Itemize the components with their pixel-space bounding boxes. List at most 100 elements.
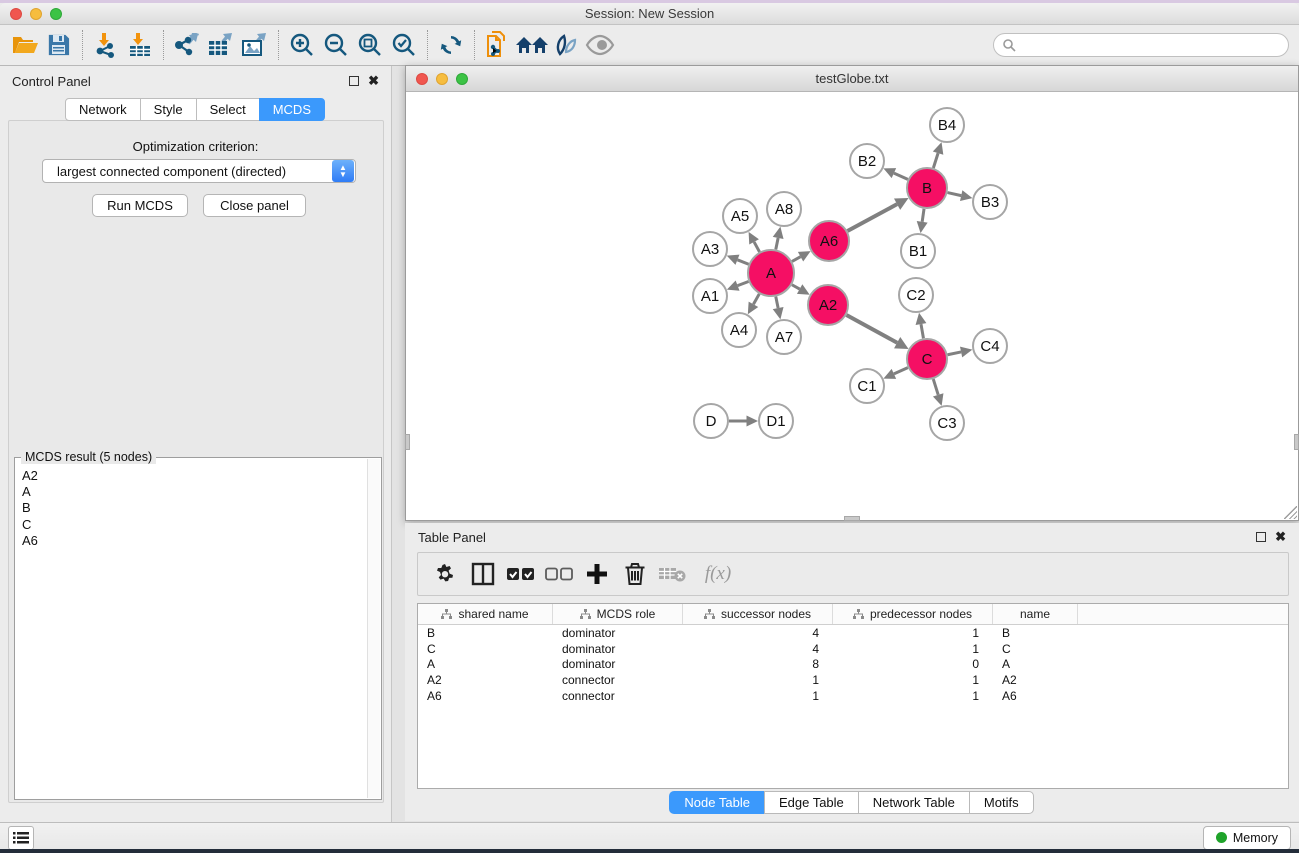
graph-edge-B-B2[interactable] <box>894 173 908 179</box>
column-header-shared-name[interactable]: shared name <box>418 604 553 624</box>
table-row[interactable]: A6connector11A6 <box>418 688 1288 704</box>
graph-node-B2[interactable]: B2 <box>850 144 884 178</box>
graph-node-C1[interactable]: C1 <box>850 369 884 403</box>
table-row[interactable]: Cdominator41C <box>418 641 1288 657</box>
run-mcds-button[interactable]: Run MCDS <box>92 194 188 217</box>
graph-edge-C-C3[interactable] <box>933 379 938 395</box>
result-item[interactable]: A2 <box>22 468 361 484</box>
result-item[interactable]: A <box>22 484 361 500</box>
table-close-panel-icon[interactable]: ✖ <box>1275 532 1286 542</box>
graph-edge-A-A4[interactable] <box>753 294 759 304</box>
splitter-grip-right[interactable] <box>1294 434 1299 450</box>
graph-edge-A-A1[interactable] <box>738 281 749 285</box>
graph-edge-A-A7[interactable] <box>776 297 778 309</box>
graph-node-C2[interactable]: C2 <box>899 278 933 312</box>
graph-edge-A2-C[interactable] <box>846 315 897 343</box>
result-item[interactable]: A6 <box>22 533 361 549</box>
graph-node-C[interactable]: C <box>907 339 947 379</box>
graph-node-D1[interactable]: D1 <box>759 404 793 438</box>
column-header-successor-nodes[interactable]: successor nodes <box>683 604 833 624</box>
mcds-result-list[interactable]: A2ABCA6 <box>16 464 367 798</box>
zoom-fit-icon[interactable] <box>353 29 387 61</box>
graph-node-A5[interactable]: A5 <box>723 199 757 233</box>
column-header-predecessor-nodes[interactable]: predecessor nodes <box>833 604 993 624</box>
graph-node-B1[interactable]: B1 <box>901 234 935 268</box>
graph-node-A6[interactable]: A6 <box>809 221 849 261</box>
column-browser-icon[interactable] <box>466 557 500 591</box>
network-canvas[interactable]: B4 B2 B B3 A5 A8A6 A3 B1 A A1 C2 A2 A4 A7 C4 C C1 C3 D D1 <box>406 92 1298 520</box>
graph-node-C3[interactable]: C3 <box>930 406 964 440</box>
graph-node-B3[interactable]: B3 <box>973 185 1007 219</box>
eye-icon[interactable] <box>583 29 617 61</box>
delete-table-icon[interactable] <box>656 557 690 591</box>
select-all-icon[interactable] <box>504 557 538 591</box>
open-folder-icon[interactable] <box>8 29 42 61</box>
table-row[interactable]: A2connector11A2 <box>418 672 1288 688</box>
table-row[interactable]: Adominator80A <box>418 657 1288 673</box>
gear-icon[interactable] <box>428 557 462 591</box>
show-hide-style-icon[interactable] <box>549 29 583 61</box>
graph-edge-A-A8[interactable] <box>776 238 778 250</box>
resize-corner-icon[interactable] <box>1284 506 1297 519</box>
result-item[interactable]: B <box>22 500 361 516</box>
graph-edge-C-C1[interactable] <box>894 368 908 374</box>
graph-node-A1[interactable]: A1 <box>693 279 727 313</box>
deselect-all-icon[interactable] <box>542 557 576 591</box>
splitter-grip-bottom[interactable] <box>844 516 860 521</box>
delete-icon[interactable] <box>618 557 652 591</box>
graph-edge-A-A3[interactable] <box>737 260 748 264</box>
graph-edge-A-A6[interactable] <box>792 257 801 262</box>
task-history-button[interactable] <box>8 826 34 850</box>
graph-edge-B-B3[interactable] <box>947 193 961 196</box>
result-item[interactable]: C <box>22 517 361 533</box>
tab-edge-table[interactable]: Edge Table <box>764 791 859 814</box>
tab-select[interactable]: Select <box>196 98 260 121</box>
zoom-in-icon[interactable] <box>285 29 319 61</box>
graph-node-B4[interactable]: B4 <box>930 108 964 142</box>
graph-node-D[interactable]: D <box>694 404 728 438</box>
import-table-icon[interactable] <box>123 29 157 61</box>
criterion-dropdown[interactable]: largest connected component (directed) ▲… <box>42 159 356 183</box>
tab-style[interactable]: Style <box>140 98 197 121</box>
new-network-from-selection-icon[interactable] <box>481 29 515 61</box>
houses-icon[interactable] <box>515 29 549 61</box>
search-input[interactable] <box>1020 38 1288 52</box>
graph-node-A7[interactable]: A7 <box>767 320 801 354</box>
refresh-icon[interactable] <box>434 29 468 61</box>
tab-node-table[interactable]: Node Table <box>669 791 765 814</box>
tab-motifs[interactable]: Motifs <box>969 791 1034 814</box>
network-window-titlebar[interactable]: testGlobe.txt <box>406 66 1298 92</box>
tab-mcds[interactable]: MCDS <box>259 98 325 121</box>
tab-network[interactable]: Network <box>65 98 141 121</box>
splitter-grip-left[interactable] <box>405 434 410 450</box>
add-column-icon[interactable] <box>580 557 614 591</box>
memory-button[interactable]: Memory <box>1203 826 1291 850</box>
column-header-MCDS-role[interactable]: MCDS role <box>553 604 683 624</box>
table-float-panel-icon[interactable] <box>1256 532 1266 542</box>
graph-node-A2[interactable]: A2 <box>808 285 848 325</box>
function-builder-icon[interactable]: f(x) <box>694 557 742 591</box>
save-icon[interactable] <box>42 29 76 61</box>
graph-edge-A-A5[interactable] <box>754 242 759 252</box>
close-panel-button[interactable]: Close panel <box>203 194 306 217</box>
graph-node-C4[interactable]: C4 <box>973 329 1007 363</box>
export-network-icon[interactable] <box>170 29 204 61</box>
graph-edge-C-C2[interactable] <box>921 324 923 338</box>
export-image-icon[interactable] <box>238 29 272 61</box>
graph-edge-B-B1[interactable] <box>922 209 924 222</box>
result-scrollbar[interactable] <box>367 459 380 798</box>
close-panel-icon[interactable]: ✖ <box>368 76 379 86</box>
graph-edge-A6-B[interactable] <box>847 204 897 231</box>
graph-node-A[interactable]: A <box>748 250 794 296</box>
graph-node-B[interactable]: B <box>907 168 947 208</box>
export-table-icon[interactable] <box>204 29 238 61</box>
graph-edge-C-C4[interactable] <box>948 352 962 355</box>
graph-node-A3[interactable]: A3 <box>693 232 727 266</box>
graph-edge-A-A2[interactable] <box>792 285 800 289</box>
graph-node-A8[interactable]: A8 <box>767 192 801 226</box>
import-network-icon[interactable] <box>89 29 123 61</box>
table-row[interactable]: Bdominator41B <box>418 625 1288 641</box>
graph-node-A4[interactable]: A4 <box>722 313 756 347</box>
graph-edge-B-B4[interactable] <box>933 153 938 168</box>
zoom-out-icon[interactable] <box>319 29 353 61</box>
